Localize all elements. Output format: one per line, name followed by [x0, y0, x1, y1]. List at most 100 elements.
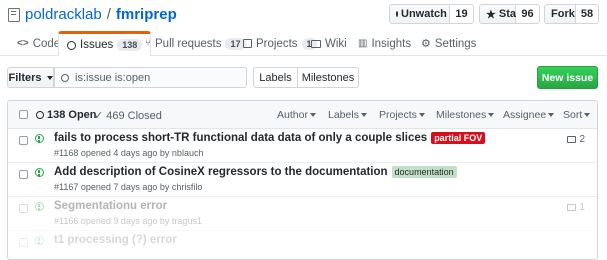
milestones-filter-label: Milestones [436, 109, 487, 121]
chevron-down-icon [360, 113, 367, 118]
chevron-down-icon [418, 113, 425, 118]
closed-issues-filter[interactable]: ✓ 469 Closed [94, 109, 162, 123]
issue-title-link[interactable]: t1 processing (?) error [54, 234, 177, 246]
issue-search-input[interactable]: is:issue is:open [54, 67, 247, 88]
milestones-button[interactable]: Milestones [297, 67, 359, 88]
issue-title-row: Add description of CosineX regressors to… [54, 166, 457, 178]
assignee-filter-label: Assignee [503, 109, 547, 121]
comment-icon [567, 204, 577, 211]
issue-meta: #1166 opened 9 days ago by tragus1 [54, 216, 202, 226]
repo-nav: <> Code Issues 138 ⑂ Pull requests 17 Pr… [0, 31, 607, 57]
issue-label[interactable]: documentation [391, 166, 457, 178]
tab-settings[interactable]: ⚙ Settings [413, 31, 484, 56]
tab-insights[interactable]: ▥ Insights [350, 31, 419, 56]
star-group: ★ Star 96 [479, 4, 540, 24]
gear-icon: ⚙ [421, 38, 431, 50]
project-icon [243, 39, 252, 48]
repo-owner-link[interactable]: poldracklab [25, 6, 102, 23]
unwatch-label: Unwatch [401, 8, 447, 20]
tab-insights-label: Insights [371, 37, 412, 50]
issue-title-row: Segmentationu error [54, 200, 167, 212]
labels-filter-label: Labels [328, 109, 359, 121]
issue-opened-icon [35, 168, 44, 177]
star-count[interactable]: 96 [516, 4, 540, 24]
repo-name-link[interactable]: fmriprep [116, 6, 177, 23]
comment-count-value: 1 [579, 202, 585, 213]
issue-row: Segmentationu error #1166 opened 9 days … [8, 198, 597, 231]
search-icon [61, 73, 69, 82]
issue-meta: #1168 opened 4 days ago by nblauch [54, 148, 204, 158]
filters-dropdown[interactable]: Filters [7, 67, 54, 88]
chevron-down-icon [548, 113, 555, 118]
fork-count[interactable]: 58 [576, 4, 599, 24]
issue-opened-icon [35, 134, 44, 143]
labels-filter[interactable]: Labels [328, 109, 367, 121]
watch-group: Unwatch 19 [389, 4, 474, 24]
fork-group: Fork 58 [544, 4, 599, 24]
star-icon: ★ [486, 8, 496, 21]
tab-projects-label: Projects [256, 37, 298, 50]
issue-list: 138 Open ✓ 469 Closed Author Labels Proj… [7, 100, 598, 260]
milestones-button-label: Milestones [301, 71, 355, 84]
tab-issues-label: Issues [80, 39, 114, 51]
comment-icon [567, 136, 577, 143]
issue-checkbox[interactable] [19, 238, 28, 247]
comment-count-value: 2 [579, 134, 585, 145]
open-count: 138 Open [47, 109, 97, 121]
tab-pull-requests-label: Pull requests [155, 37, 222, 50]
issue-title-link[interactable]: Segmentationu error [54, 200, 167, 212]
issue-opened-icon [35, 202, 44, 211]
labels-button[interactable]: Labels [253, 67, 298, 88]
tab-wiki-label: Wiki [325, 37, 347, 50]
search-value: is:issue is:open [75, 71, 151, 84]
sort-dropdown[interactable]: Sort [563, 109, 591, 121]
fork-button[interactable]: Fork [544, 4, 576, 24]
issue-row: fails to process short-TR functional dat… [8, 130, 597, 163]
issue-opened-icon [35, 236, 44, 245]
chevron-down-icon [488, 113, 495, 118]
milestones-filter[interactable]: Milestones [436, 109, 495, 121]
repo-header: poldracklab / fmriprep [8, 6, 177, 23]
open-issues-filter[interactable]: 138 Open [36, 109, 97, 121]
comment-count[interactable]: 2 [567, 134, 585, 145]
issue-row: t1 processing (?) error [8, 232, 597, 259]
issue-title-link[interactable]: Add description of CosineX regressors to… [54, 166, 388, 178]
issue-title-row: fails to process short-TR functional dat… [54, 132, 486, 144]
projects-filter[interactable]: Projects [379, 109, 425, 121]
new-issue-button[interactable]: New issue [537, 66, 598, 89]
closed-count: 469 Closed [106, 109, 162, 122]
repo-separator: / [106, 6, 111, 23]
tab-wiki[interactable]: Wiki [303, 31, 355, 56]
pull-request-icon: ⑂ [145, 38, 151, 49]
projects-filter-label: Projects [379, 109, 417, 121]
issue-title-row: t1 processing (?) error [54, 234, 177, 246]
issue-label[interactable]: partial FOV [431, 132, 486, 144]
issue-checkbox[interactable] [19, 136, 28, 145]
issue-list-header: 138 Open ✓ 469 Closed Author Labels Proj… [8, 101, 597, 129]
sort-dropdown-label: Sort [563, 109, 583, 121]
fork-label: Fork [551, 8, 575, 20]
issue-meta: #1167 opened 7 days ago by chrisfilo [54, 182, 203, 192]
author-filter[interactable]: Author [277, 109, 316, 121]
comment-count[interactable]: 1 [567, 202, 585, 213]
check-icon: ✓ [94, 110, 104, 122]
code-icon: <> [17, 38, 29, 49]
tab-settings-label: Settings [434, 37, 477, 50]
unwatch-button[interactable]: Unwatch [389, 4, 458, 24]
issue-title-link[interactable]: fails to process short-TR functional dat… [54, 132, 427, 144]
issue-icon [67, 40, 76, 50]
star-button[interactable]: ★ Star [479, 4, 520, 24]
filters-label: Filters [8, 71, 42, 84]
tab-code-label: Code [32, 37, 61, 50]
chevron-down-icon [309, 113, 316, 118]
select-all-checkbox[interactable] [19, 110, 28, 119]
assignee-filter[interactable]: Assignee [503, 109, 555, 121]
chevron-down-icon [584, 113, 591, 118]
issue-checkbox[interactable] [19, 170, 28, 179]
repo-icon [8, 7, 20, 22]
author-filter-label: Author [277, 109, 308, 121]
issue-icon [36, 111, 44, 119]
watch-count[interactable]: 19 [450, 4, 474, 24]
issue-checkbox[interactable] [19, 204, 28, 213]
graph-icon: ▥ [358, 38, 368, 49]
